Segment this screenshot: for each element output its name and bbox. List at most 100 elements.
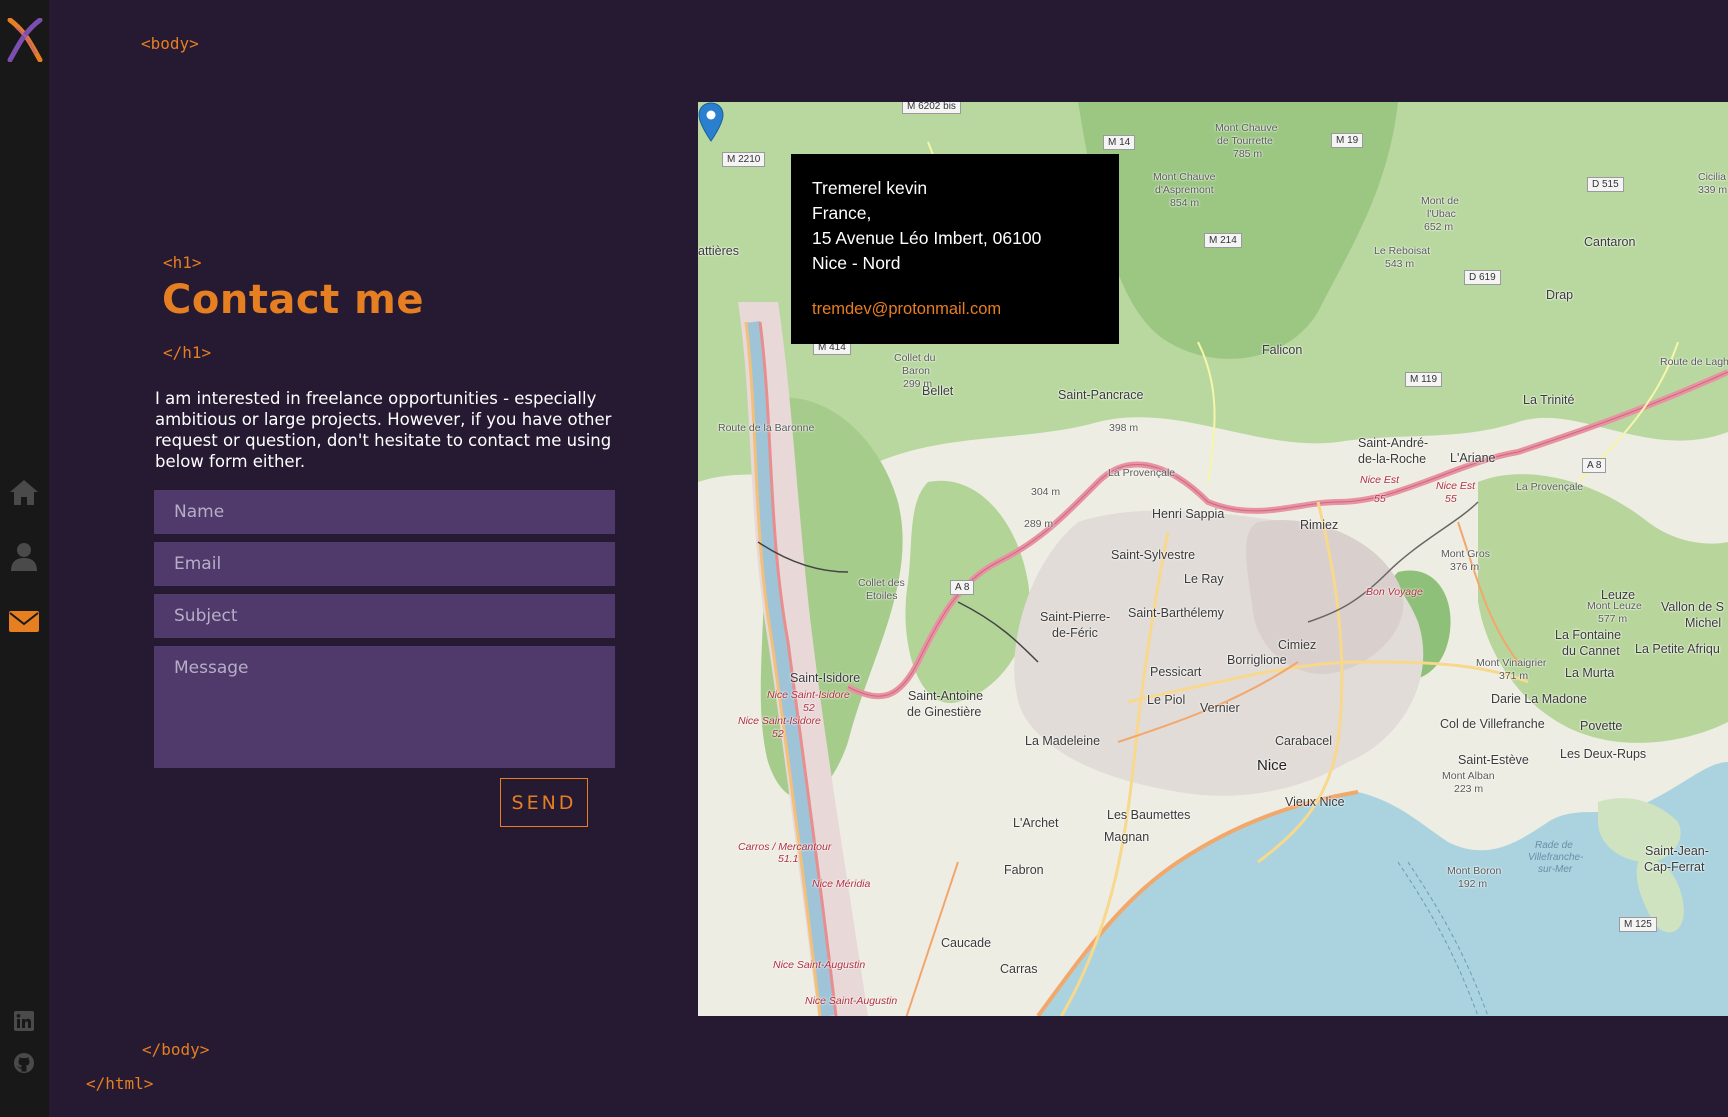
road-badge: M 119 (1405, 372, 1443, 387)
email-input[interactable] (154, 542, 615, 586)
map-label: La Trinité (1523, 393, 1575, 407)
map-label: 339 m (1698, 184, 1728, 196)
map-label: 223 m (1454, 783, 1484, 795)
map-label: Caucade (941, 936, 992, 950)
body-close-tag: </body> (142, 1040, 210, 1059)
map-label: La Madeleine (1025, 734, 1101, 748)
map-label: 543 m (1385, 258, 1415, 270)
map-label: du Cannet (1562, 644, 1620, 658)
map-label: Fabron (1004, 863, 1044, 877)
html-close-tag: </html> (86, 1074, 154, 1093)
map-label: de Tourrette (1217, 135, 1273, 147)
map-label: Borriglione (1227, 653, 1287, 667)
road-badge: A 8 (950, 580, 975, 595)
subject-input[interactable] (154, 594, 615, 638)
map-label: Nice (1257, 757, 1288, 774)
map-label: Saint-André- (1358, 436, 1429, 450)
logo-icon[interactable] (6, 18, 44, 62)
map-label: Drap (1546, 288, 1574, 302)
map-label: Cicilia (1698, 171, 1727, 183)
map-label: 55 (1374, 493, 1386, 505)
map-label: Mont Alban (1442, 770, 1495, 782)
map-label: Saint-Jean- (1645, 844, 1709, 858)
map-label: Rimiez (1300, 518, 1339, 532)
envelope-icon[interactable] (8, 605, 40, 637)
map-label: attières (698, 244, 739, 258)
map-label: Falicon (1262, 343, 1303, 357)
map-label: Col de Villefranche (1440, 717, 1545, 731)
map-label: Saint-Pierre- (1040, 610, 1111, 624)
map-label: Rade de (1535, 840, 1573, 851)
map-label: 299 m (903, 378, 933, 390)
home-icon[interactable] (8, 476, 40, 508)
contact-email-link[interactable]: tremdev@protonmail.com (812, 297, 1098, 322)
map-label: Mont de (1421, 195, 1459, 207)
map-label: Michel (1685, 616, 1722, 630)
contact-info-card: Tremerel kevin France, 15 Avenue Léo Imb… (791, 154, 1119, 344)
map-label: Nice Saint-Isidore (738, 715, 821, 727)
map-label: Mont Gros (1441, 548, 1491, 560)
map-label: Cap-Ferrat (1644, 860, 1705, 874)
map-label: 52 (803, 702, 815, 714)
map-label: d'Aspremont (1155, 184, 1214, 196)
github-icon[interactable] (14, 1053, 34, 1073)
map-label: Carros / Mercantour (738, 841, 832, 853)
contact-name: Tremerel kevin (812, 178, 928, 198)
map-label: Les Deux-Rups (1560, 747, 1647, 761)
map-label: Route de Laghet (1660, 356, 1728, 368)
road-badge: D 619 (1464, 270, 1501, 285)
road-badge: M 6202 bis (902, 102, 961, 114)
map-label: Vieux Nice (1285, 795, 1345, 809)
intro-text: I am interested in freelance opportuniti… (155, 389, 612, 471)
map-label: Vernier (1200, 701, 1240, 715)
map-label: 577 m (1598, 613, 1628, 625)
map-label: Mont Chauve (1215, 122, 1278, 134)
map-label: de-la-Roche (1358, 452, 1427, 466)
map-label: Carabacel (1275, 734, 1332, 748)
map-label: La Murta (1565, 666, 1615, 680)
map-label: Baron (902, 365, 931, 377)
road-badge: M 19 (1331, 133, 1364, 148)
send-button[interactable]: SEND (500, 778, 588, 827)
contact-address: 15 Avenue Léo Imbert, 06100 (812, 228, 1042, 248)
map-label: 371 m (1499, 670, 1529, 682)
map-label: Cantaron (1584, 235, 1636, 249)
map-label: Le Reboisat (1374, 245, 1431, 257)
map-label: La Fontaine (1555, 628, 1622, 642)
body-open-tag: <body> (141, 34, 199, 53)
linkedin-icon[interactable] (14, 1011, 34, 1031)
map-label: Bon Voyage (1366, 586, 1423, 598)
map-label: L'Ariane (1450, 451, 1496, 465)
sidebar (0, 0, 49, 1117)
map[interactable]: M 6202 bis M 2210 M 14 M 19 D 515 M 214 … (698, 102, 1728, 1016)
map-label: Carras (1000, 962, 1038, 976)
location-pin-icon[interactable] (698, 102, 724, 142)
map-label: Le Ray (1184, 572, 1224, 586)
map-label: Mont Boron (1447, 865, 1502, 877)
contact-country: France, (812, 203, 872, 223)
map-label: Etoiles (866, 590, 898, 602)
road-badge: M 125 (1619, 917, 1657, 932)
map-label: 51.1 (778, 853, 799, 865)
map-label: Nice Saint-Augustin (805, 995, 898, 1007)
map-label: de-Féric (1052, 626, 1098, 640)
h1-open-tag: <h1> (163, 253, 202, 272)
map-label: Pessicart (1150, 665, 1202, 679)
road-badge: A 8 (1582, 458, 1607, 473)
map-label: Saint-Estève (1458, 753, 1529, 767)
road-badge: M 14 (1103, 135, 1136, 150)
map-label: Saint-Antoine (908, 689, 984, 703)
map-label: Darie La Madone (1491, 692, 1587, 706)
map-label: Collet des (858, 577, 905, 589)
name-input[interactable] (154, 490, 615, 534)
map-label: La Provençale (1108, 467, 1176, 479)
map-label: Povette (1580, 719, 1623, 733)
map-label: sur-Mer (1538, 864, 1573, 875)
map-label: 376 m (1450, 561, 1480, 573)
map-label: Les Baumettes (1107, 808, 1191, 822)
map-label: Villefranche- (1528, 852, 1584, 863)
map-label: 398 m (1109, 422, 1139, 434)
user-icon[interactable] (8, 540, 40, 572)
message-textarea[interactable] (154, 646, 615, 768)
map-label: 192 m (1458, 878, 1488, 890)
